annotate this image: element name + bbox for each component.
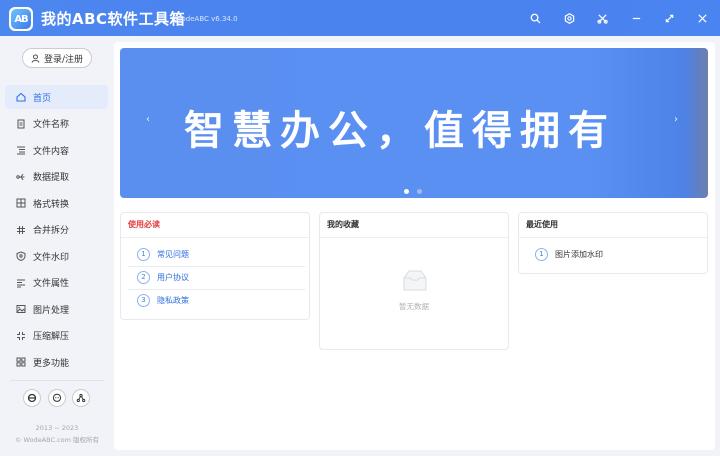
sidebar-item-label: 首页 [33,93,52,104]
recent-card: 最近使用 1 图片添加水印 [518,212,708,274]
banner-text: 智慧办公，值得拥有 [184,108,616,154]
more-icon [16,357,26,367]
close-icon[interactable] [694,10,710,26]
item-number: 1 [535,247,548,261]
item-number: 2 [137,270,150,284]
banner-dot-2[interactable] [417,189,422,194]
image-icon [16,305,26,313]
sidebar-item-file-attr[interactable]: 文件属性 [5,271,108,295]
app-title: 我的ABC软件工具箱 [41,10,186,28]
favorites-title: 我的收藏 [327,220,359,229]
sidebar-item-label: 压缩解压 [33,332,70,342]
banner-next-arrow[interactable]: › [674,114,678,125]
sidebar-item-label: 合并拆分 [33,226,70,236]
item-number: 3 [137,293,150,307]
sidebar-item-label: 图片处理 [33,305,70,316]
item-divider [128,289,305,290]
app-logo: AB [9,7,33,31]
share-icon[interactable] [72,389,90,407]
banner-carousel[interactable]: ‹ 智慧办公，值得拥有 › [120,48,708,198]
file-attr-icon [17,279,25,287]
tools-icon[interactable] [594,10,610,26]
compress-icon [17,331,25,340]
minimize-icon[interactable] [628,10,644,26]
settings-icon[interactable] [561,10,577,26]
app-logo-text: AB [11,9,31,29]
item-label: 用户协议 [157,272,189,282]
file-content-icon [17,146,25,155]
sidebar-item-format-convert[interactable]: 格式转换 [5,191,108,215]
sidebar-item-label: 文件内容 [33,146,70,157]
footer-copyright: © WodeABC.com 版权所有 [14,436,100,444]
sidebar-item-file-name[interactable]: 文件名称 [5,112,108,136]
file-name-icon [17,119,25,128]
card-divider [121,237,309,238]
sidebar-item-data-extract[interactable]: 数据提取 [5,165,108,189]
item-label: 图片添加水印 [555,249,603,259]
login-label: 登录/注册 [43,54,84,65]
recent-item[interactable]: 1 图片添加水印 [535,246,603,262]
must-read-title: 使用必读 [128,220,160,229]
sidebar-item-watermark[interactable]: 文件水印 [5,244,108,268]
main-panel: ‹ 智慧办公，值得拥有 › 使用必读 1 常见问题 2 用户协议 3 隐私政策 … [114,42,715,450]
card-divider [320,237,508,238]
favorites-card: 我的收藏 暂无数据 [319,212,509,350]
sidebar-divider [10,380,104,381]
card-divider [519,237,707,238]
sidebar-item-compress[interactable]: 压缩解压 [5,324,108,348]
sidebar-item-label: 更多功能 [33,358,70,369]
merge-split-icon [17,225,25,234]
empty-box-icon [400,269,430,296]
user-agreement-link[interactable]: 2 用户协议 [137,269,189,285]
item-divider [128,266,305,267]
app-version: WodeABC v6.34.0 [175,15,238,23]
browser-icon[interactable] [23,389,41,407]
sidebar-item-file-content[interactable]: 文件内容 [5,138,108,162]
sidebar-item-home[interactable]: 首页 [5,85,108,109]
faq-link[interactable]: 1 常见问题 [137,246,189,262]
banner-dot-1[interactable] [404,189,409,194]
footer-years: 2013 ~ 2023 [35,424,79,432]
sidebar: 登录/注册 首页 文件名称 文件内容 数据提取 格式转换 合并拆分 文件水印 文… [0,36,114,456]
chat-icon[interactable] [48,389,66,407]
watermark-icon [16,251,26,261]
privacy-policy-link[interactable]: 3 隐私政策 [137,292,189,308]
sidebar-item-label: 格式转换 [33,199,70,210]
item-label: 常见问题 [157,249,189,259]
sidebar-item-label: 文件名称 [33,120,70,130]
data-extract-icon [16,173,25,180]
sidebar-item-image[interactable]: 图片处理 [5,297,108,321]
sidebar-item-label: 文件属性 [33,279,70,289]
sidebar-nav: 首页 文件名称 文件内容 数据提取 格式转换 合并拆分 文件水印 文件属性 图片… [5,85,108,377]
search-icon[interactable] [527,10,543,26]
item-label: 隐私政策 [157,295,189,305]
maximize-icon[interactable] [661,10,677,26]
sidebar-item-more[interactable]: 更多功能 [5,350,108,374]
sidebar-item-merge-split[interactable]: 合并拆分 [5,218,108,242]
user-icon [31,53,40,63]
home-icon [16,92,26,102]
recent-title: 最近使用 [526,220,558,229]
item-number: 1 [137,247,150,261]
must-read-card: 使用必读 1 常见问题 2 用户协议 3 隐私政策 [120,212,310,320]
title-bar: AB 我的ABC软件工具箱 WodeABC v6.34.0 [0,0,720,36]
sidebar-item-label: 文件水印 [33,252,70,263]
login-button[interactable]: 登录/注册 [22,48,92,68]
empty-text: 暂无数据 [399,302,429,311]
format-convert-icon [16,198,26,208]
sidebar-item-label: 数据提取 [33,173,70,183]
